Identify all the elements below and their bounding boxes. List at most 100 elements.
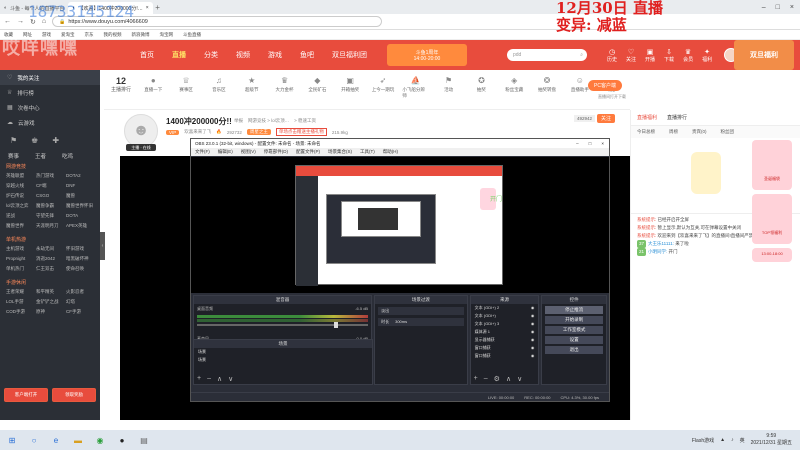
game-link[interactable]: 逆战 <box>6 213 34 219</box>
room-tool[interactable]: ⚑ 活动 <box>435 76 462 93</box>
remove-icon[interactable]: – <box>207 375 211 383</box>
game-link[interactable]: 使命召唤 <box>66 266 94 272</box>
game-link[interactable]: 魔兽争霸 <box>36 203 64 209</box>
game-link[interactable]: lol云顶之弈 <box>6 203 34 209</box>
add-icon[interactable]: + <box>197 375 201 383</box>
obs-menu-item[interactable]: 场景集合(S) <box>328 149 352 155</box>
new-tab-icon[interactable]: + <box>153 3 163 12</box>
report-link[interactable]: 举报 <box>234 118 243 124</box>
minimize-icon[interactable]: – <box>762 4 766 11</box>
download-button[interactable]: ⇩ 下载 <box>664 48 674 63</box>
game-link[interactable]: 主机游戏 <box>6 246 34 252</box>
game-link[interactable]: DOTA <box>66 213 94 219</box>
ime-indicator[interactable]: 英 <box>740 437 745 444</box>
source-item[interactable]: 媒体源 1 ◉ <box>471 328 539 336</box>
store-icon[interactable]: ▤ <box>138 434 150 446</box>
eye-icon[interactable]: ◉ <box>531 305 535 311</box>
subcategory-breadcrumb[interactable]: > 稳速工资 <box>294 118 316 124</box>
game-link[interactable]: 魔兽世界怀旧 <box>66 203 94 209</box>
game-link[interactable]: LOL手游 <box>6 299 34 305</box>
game-link[interactable]: 永劫无间 <box>36 246 64 252</box>
source-item[interactable]: 窗口捕获 ◉ <box>471 344 539 352</box>
king-icon[interactable]: ♚ <box>31 136 38 145</box>
vip-button[interactable]: ♛ 会员 <box>683 48 693 63</box>
source-item[interactable]: 文本 (GDI+) ◉ <box>471 312 539 320</box>
history-button[interactable]: ◷ 历史 <box>607 48 617 63</box>
forward-icon[interactable]: → <box>17 18 24 25</box>
game-link[interactable]: 仁王双击 <box>36 266 64 272</box>
eye-icon[interactable]: ◉ <box>531 321 535 327</box>
bookmark-item[interactable]: 淘宝网 <box>160 32 174 38</box>
eye-icon[interactable]: ◉ <box>531 345 535 351</box>
ad-christmas-bag[interactable]: 圣诞福袋 <box>752 140 792 190</box>
start-recording-button[interactable]: 开始录制 <box>545 316 603 324</box>
obs-menu-item[interactable]: 编辑(E) <box>218 149 233 155</box>
promo-banner[interactable]: 斗鱼1周年 14:00-20:00 <box>387 44 467 66</box>
obs-preview[interactable] <box>191 157 609 293</box>
nav-category[interactable]: 分类 <box>204 50 218 60</box>
streamer-name[interactable]: 欢喜来来了飞 <box>184 129 211 135</box>
category-breadcrumb[interactable]: 网游竞技 > lol云顶… <box>248 118 289 124</box>
tab-daily[interactable]: 今日总榜 <box>637 129 655 135</box>
game-link[interactable]: 单机热门 <box>6 266 34 272</box>
minimize-icon[interactable]: – <box>576 141 579 146</box>
room-tool[interactable]: ✪ 抽奖 <box>468 76 495 93</box>
game-link[interactable]: 天涯明月刀 <box>36 223 64 229</box>
source-item[interactable]: 窗口捕获 ◉ <box>471 352 539 360</box>
game-link[interactable]: 和平精英 <box>36 289 64 295</box>
source-item[interactable]: 显示器捕获 ◉ <box>471 336 539 344</box>
game-link[interactable]: 幻塔 <box>66 299 94 305</box>
room-tool[interactable]: ◈ 粉丝宝藏 <box>501 76 528 93</box>
game-link[interactable]: 守望先锋 <box>36 213 64 219</box>
bookmark-item[interactable]: 新浪微博 <box>132 32 150 38</box>
eye-icon[interactable]: ◉ <box>531 337 535 343</box>
settings-icon[interactable]: ⚙ <box>494 375 500 383</box>
maximize-icon[interactable]: □ <box>776 4 780 11</box>
game-link[interactable]: DOTA2 <box>66 173 94 179</box>
scene-item[interactable]: 场景 <box>194 356 372 364</box>
game-link[interactable]: COD手游 <box>6 309 34 315</box>
nav-video[interactable]: 视频 <box>236 50 250 60</box>
gift-notice[interactable]: 单场点击赠送主播礼物 <box>275 128 327 136</box>
ad-top-welfare[interactable]: TOP领福利 <box>752 194 792 244</box>
exit-button[interactable]: 退出 <box>545 346 603 354</box>
close-icon[interactable]: × <box>146 5 149 11</box>
game-link[interactable]: APEX英雄 <box>66 223 94 229</box>
game-link[interactable]: 炉石传说 <box>6 193 34 199</box>
sidebar-item-ranking[interactable]: ♕ 排行榜 <box>0 85 100 100</box>
obs-menu-item[interactable]: 帮助(H) <box>383 149 398 155</box>
source-item[interactable]: 文本 (GDI+) 2 ◉ <box>471 304 539 312</box>
add-icon[interactable]: + <box>474 375 478 383</box>
remove-icon[interactable]: – <box>484 375 488 383</box>
open-client-button[interactable]: 客户端打开 <box>4 388 48 402</box>
eye-icon[interactable]: ◉ <box>531 313 535 319</box>
streamer-avatar[interactable]: ☻ <box>124 114 158 148</box>
scene-item[interactable]: 场景 <box>194 348 372 356</box>
sidebar-collapse-handle[interactable]: ‹ <box>100 232 105 260</box>
game-link[interactable]: DNF <box>66 183 94 189</box>
obs-menu-item[interactable]: 配置文件(P) <box>296 149 320 155</box>
eye-icon[interactable]: ◉ <box>531 329 535 335</box>
tab-ranking[interactable]: 直播排行 <box>667 114 687 121</box>
room-tool[interactable]: ♫ 音乐区 <box>206 76 233 93</box>
transition-select[interactable]: 淡出 <box>378 307 464 315</box>
down-icon[interactable]: ∨ <box>228 375 233 383</box>
pc-client-button[interactable]: PC客户端 <box>588 80 622 91</box>
game-link[interactable]: Propnight <box>6 256 34 262</box>
obs-menu-item[interactable]: 文件(F) <box>195 149 210 155</box>
game-link[interactable]: CF端 <box>36 183 64 189</box>
obs-menu-item[interactable]: 停靠部件(D) <box>264 149 288 155</box>
start-icon[interactable]: ⊞ <box>6 434 18 446</box>
game-link[interactable]: 金铲铲之战 <box>36 299 64 305</box>
tab-vip[interactable]: 贵宾(0) <box>692 129 707 135</box>
game-link[interactable]: 热门游戏 <box>36 173 64 179</box>
room-tool[interactable]: ♛ 大力金杯 <box>271 76 298 93</box>
room-tool[interactable]: ❂ 抽奖转盘 <box>534 76 561 93</box>
back-icon[interactable]: ← <box>4 18 11 25</box>
up-icon[interactable]: ∧ <box>506 375 511 383</box>
obs-icon[interactable]: ● <box>116 434 128 446</box>
streamer-rank[interactable]: 12 主播排行 <box>108 76 134 93</box>
nav-home[interactable]: 首页 <box>140 50 154 60</box>
game-link[interactable]: 消逝2042 <box>36 256 64 262</box>
game-link[interactable]: 穿越火线 <box>6 183 34 189</box>
